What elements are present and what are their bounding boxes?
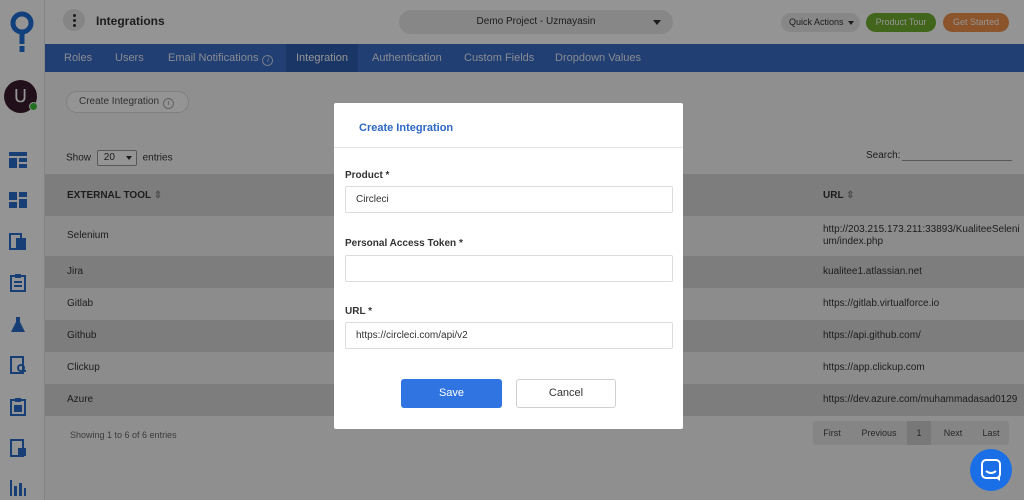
modal-title: Create Integration (359, 122, 454, 134)
product-label: Product * (345, 170, 390, 181)
create-integration-modal: Create Integration Product * Personal Ac… (334, 103, 683, 429)
save-button[interactable]: Save (401, 379, 502, 408)
product-field[interactable] (345, 186, 673, 213)
url-field[interactable] (345, 322, 673, 349)
url-label: URL * (345, 306, 373, 317)
personal-access-token-field[interactable] (345, 255, 673, 282)
chat-icon (981, 459, 1001, 481)
modal-header: Create Integration (334, 103, 683, 148)
cancel-button[interactable]: Cancel (516, 379, 616, 408)
personal-access-token-label: Personal Access Token * (345, 238, 463, 249)
chat-launcher-button[interactable] (970, 449, 1012, 491)
